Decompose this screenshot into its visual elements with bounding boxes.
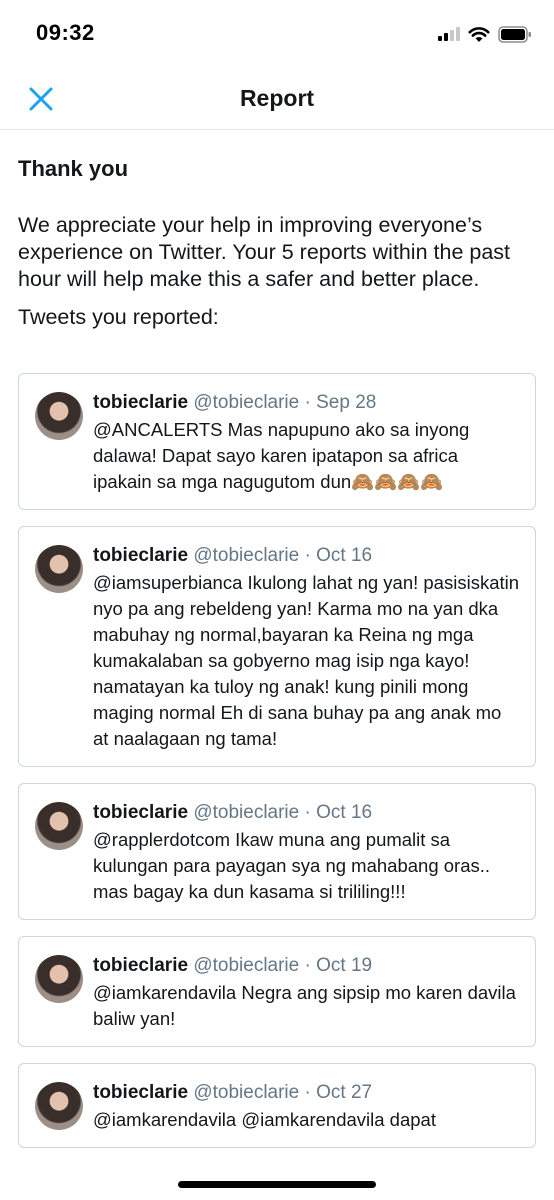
- tweet-separator: ·: [304, 392, 311, 413]
- reported-tweet[interactable]: tobieclarie @tobieclarie · Sep 28 @ANCAL…: [18, 373, 536, 510]
- wifi-icon: [468, 26, 490, 42]
- tweet-separator: ·: [304, 955, 311, 976]
- tweet-body: tobieclarie @tobieclarie · Oct 16 @iamsu…: [93, 543, 521, 752]
- tweet-body: tobieclarie @tobieclarie · Sep 28 @ANCAL…: [93, 390, 521, 495]
- avatar: [35, 1082, 83, 1130]
- status-time: 09:32: [36, 20, 95, 45]
- tweet-author-name: tobieclarie: [93, 392, 189, 413]
- status-bar: 09:32: [0, 0, 554, 66]
- tweet-separator: ·: [304, 802, 311, 823]
- tweet-text: @iamkarendavila @iamkarendavila dapat: [93, 1109, 436, 1130]
- tweet-author-name: tobieclarie: [93, 802, 189, 823]
- avatar: [35, 802, 83, 850]
- tweet-body: tobieclarie @tobieclarie · Oct 27 @iamka…: [93, 1080, 521, 1133]
- thank-you-heading: Thank you: [18, 156, 129, 181]
- reported-tweet[interactable]: tobieclarie @tobieclarie · Oct 19 @iamka…: [18, 936, 536, 1047]
- tweet-text: @iamkarendavila Negra ang sipsip mo kare…: [93, 982, 516, 1029]
- tweet-text: @iamsuperbianca Ikulong lahat ng yan! pa…: [93, 572, 520, 749]
- tweet-author-handle: @tobieclarie: [193, 392, 300, 413]
- reported-tweet[interactable]: tobieclarie @tobieclarie · Oct 16 @iamsu…: [18, 526, 536, 767]
- reported-tweet[interactable]: tobieclarie @tobieclarie · Oct 16 @rappl…: [18, 783, 536, 920]
- battery-icon: [498, 25, 531, 43]
- avatar: [35, 545, 83, 593]
- tweet-header: tobieclarie @tobieclarie · Oct 27: [93, 1080, 521, 1105]
- tweet-author-name: tobieclarie: [93, 1082, 189, 1103]
- reported-tweet-list: tobieclarie @tobieclarie · Sep 28 @ANCAL…: [18, 373, 536, 1164]
- tweet-header: tobieclarie @tobieclarie · Oct 19: [93, 953, 521, 978]
- tweet-header: tobieclarie @tobieclarie · Oct 16: [93, 543, 521, 568]
- status-icons: [438, 24, 532, 44]
- tweet-date: Oct 27: [316, 1082, 373, 1103]
- cellular-signal-icon: [438, 27, 460, 41]
- tweet-author-handle: @tobieclarie: [193, 545, 300, 566]
- tweet-author-handle: @tobieclarie: [193, 1082, 300, 1103]
- tweet-date: Oct 16: [316, 545, 373, 566]
- confirmation-message: We appreciate your help in improving eve…: [18, 213, 511, 291]
- tweet-text: @rapplerdotcom Ikaw muna ang pumalit sa …: [93, 829, 491, 902]
- tweet-date: Sep 28: [316, 392, 377, 413]
- avatar: [35, 392, 83, 440]
- nav-bar: Report: [0, 66, 554, 130]
- report-confirmation: Thank you We appreciate your help in imp…: [18, 130, 538, 331]
- tweet-separator: ·: [304, 1082, 311, 1103]
- tweet-author-name: tobieclarie: [93, 955, 189, 976]
- home-indicator[interactable]: [178, 1181, 376, 1188]
- tweet-author-handle: @tobieclarie: [193, 802, 300, 823]
- avatar: [35, 955, 83, 1003]
- tweet-separator: ·: [304, 545, 311, 566]
- tweet-header: tobieclarie @tobieclarie · Sep 28: [93, 390, 521, 415]
- tweet-author-name: tobieclarie: [93, 545, 189, 566]
- reported-tweet[interactable]: tobieclarie @tobieclarie · Oct 27 @iamka…: [18, 1063, 536, 1148]
- tweet-author-handle: @tobieclarie: [193, 955, 300, 976]
- tweet-text: @ANCALERTS Mas napupuno ako sa inyong da…: [93, 419, 470, 492]
- tweet-body: tobieclarie @tobieclarie · Oct 19 @iamka…: [93, 953, 521, 1032]
- tweet-date: Oct 16: [316, 802, 373, 823]
- tweet-body: tobieclarie @tobieclarie · Oct 16 @rappl…: [93, 800, 521, 905]
- tweets-reported-label: Tweets you reported:: [18, 305, 219, 329]
- page-title: Report: [239, 85, 315, 111]
- tweet-date: Oct 19: [316, 955, 373, 976]
- tweet-header: tobieclarie @tobieclarie · Oct 16: [93, 800, 521, 825]
